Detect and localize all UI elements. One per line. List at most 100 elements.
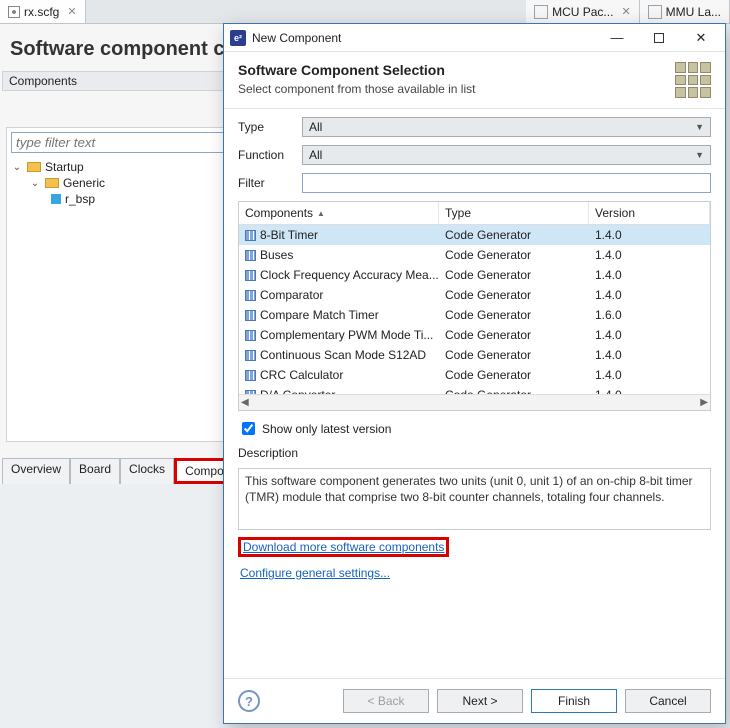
next-button[interactable]: Next > <box>437 689 523 713</box>
component-icon <box>245 230 256 241</box>
cell-name: Clock Frequency Accuracy Mea... <box>260 268 439 282</box>
download-more-link[interactable]: Download more software components <box>241 538 446 556</box>
cell-type: Code Generator <box>439 286 589 304</box>
component-icon <box>245 350 256 361</box>
dialog-heading: Software Component Selection <box>238 62 475 78</box>
function-combo[interactable]: All ▼ <box>302 145 711 165</box>
tab-board[interactable]: Board <box>70 458 120 484</box>
table-row[interactable]: D/A ConverterCode Generator1.4.0 <box>239 385 710 394</box>
chevron-down-icon: ▼ <box>695 122 704 132</box>
table-row[interactable]: 8-Bit TimerCode Generator1.4.0 <box>239 225 710 245</box>
folder-icon <box>45 178 59 188</box>
cell-version: 1.4.0 <box>589 286 710 304</box>
cell-name: 8-Bit Timer <box>260 228 318 242</box>
cell-type: Code Generator <box>439 346 589 364</box>
cell-type: Code Generator <box>439 266 589 284</box>
close-button[interactable]: ✕ <box>681 26 721 50</box>
expand-handle[interactable]: ⌄ <box>11 162 23 173</box>
table-row[interactable]: Clock Frequency Accuracy Mea...Code Gene… <box>239 265 710 285</box>
dialog-body: Type All ▼ Function All ▼ Filter Compone… <box>224 108 725 678</box>
table-row[interactable]: Compare Match TimerCode Generator1.6.0 <box>239 305 710 325</box>
doc-icon <box>648 5 662 19</box>
cell-name: Continuous Scan Mode S12AD <box>260 348 426 362</box>
cell-type: Code Generator <box>439 306 589 324</box>
tree-label: Generic <box>63 176 105 190</box>
show-latest-label: Show only latest version <box>262 422 391 436</box>
col-version[interactable]: Version <box>589 202 710 224</box>
cancel-button[interactable]: Cancel <box>625 689 711 713</box>
maximize-button[interactable] <box>639 26 679 50</box>
component-icon <box>245 330 256 341</box>
tab-label: MCU Pac... <box>552 5 613 19</box>
filter-input[interactable] <box>302 173 711 193</box>
component-icon <box>245 290 256 301</box>
table-row[interactable]: CRC Calculator Code Generator1.4.0 <box>239 365 710 385</box>
dialog-window-title: New Component <box>252 31 341 45</box>
dialog-titlebar[interactable]: e² New Component ✕ <box>224 24 725 52</box>
finish-button[interactable]: Finish <box>531 689 617 713</box>
tab-overview[interactable]: Overview <box>2 458 70 484</box>
minimize-icon <box>611 30 624 45</box>
filter-label: Filter <box>238 176 294 190</box>
maximize-icon <box>654 33 664 43</box>
cell-name: Complementary PWM Mode Ti... <box>260 328 433 342</box>
tab-clocks[interactable]: Clocks <box>120 458 174 484</box>
e2-icon: e² <box>230 30 246 46</box>
description-text[interactable]: This software component generates two un… <box>238 468 711 530</box>
components-table: Components▲ Type Version 8-Bit TimerCode… <box>238 201 711 411</box>
scroll-left-icon[interactable]: ◀ <box>241 397 249 408</box>
cell-type: Code Generator <box>439 246 589 264</box>
type-combo[interactable]: All ▼ <box>302 117 711 137</box>
expand-handle[interactable]: ⌄ <box>29 178 41 189</box>
col-components[interactable]: Components▲ <box>239 202 439 224</box>
tree-label: r_bsp <box>65 192 95 206</box>
new-component-dialog: e² New Component ✕ Software Component Se… <box>223 23 726 724</box>
sort-asc-icon: ▲ <box>317 209 325 218</box>
table-row[interactable]: Continuous Scan Mode S12AD Code Generator… <box>239 345 710 365</box>
h-scrollbar[interactable]: ◀▶ <box>239 394 710 410</box>
cell-name: Comparator <box>260 288 323 302</box>
table-row[interactable]: BusesCode Generator1.4.0 <box>239 245 710 265</box>
component-icon <box>245 370 256 381</box>
component-icon <box>245 270 256 281</box>
cell-type: Code Generator <box>439 326 589 344</box>
help-button[interactable]: ? <box>238 690 260 712</box>
dialog-footer: ? < Back Next > Finish Cancel <box>224 678 725 723</box>
table-body[interactable]: 8-Bit TimerCode Generator1.4.0BusesCode … <box>239 225 710 394</box>
function-label: Function <box>238 148 294 162</box>
dialog-subheading: Select component from those available in… <box>238 82 475 96</box>
cell-name: CRC Calculator <box>260 368 343 382</box>
cell-version: 1.4.0 <box>589 386 710 394</box>
package-icon <box>534 5 548 19</box>
col-type[interactable]: Type <box>439 202 589 224</box>
cell-version: 1.4.0 <box>589 266 710 284</box>
description-label: Description <box>238 446 711 460</box>
cell-version: 1.4.0 <box>589 226 710 244</box>
close-icon: ✕ <box>696 30 707 46</box>
configure-settings-link[interactable]: Configure general settings... <box>238 564 392 582</box>
tab-mmu-la[interactable]: MMU La... <box>640 0 730 23</box>
tab-rx-scfg[interactable]: rx.scfg ✕ <box>0 0 86 23</box>
cell-type: Code Generator <box>439 386 589 394</box>
table-row[interactable]: Complementary PWM Mode Ti... Code Generat… <box>239 325 710 345</box>
component-icon <box>51 194 61 204</box>
type-value: All <box>309 120 322 134</box>
show-latest-checkbox[interactable] <box>242 422 255 435</box>
close-icon[interactable]: ✕ <box>63 5 76 18</box>
component-icon <box>245 250 256 261</box>
minimize-button[interactable] <box>597 26 637 50</box>
tab-label: MMU La... <box>666 5 721 19</box>
component-icon <box>245 310 256 321</box>
type-label: Type <box>238 120 294 134</box>
tab-mcu-pac[interactable]: MCU Pac... ✕ <box>526 0 640 23</box>
cell-version: 1.4.0 <box>589 366 710 384</box>
cell-version: 1.4.0 <box>589 346 710 364</box>
scroll-right-icon[interactable]: ▶ <box>700 397 708 408</box>
close-icon[interactable]: ✕ <box>617 5 630 18</box>
folder-icon <box>27 162 41 172</box>
dialog-header: Software Component Selection Select comp… <box>224 52 725 108</box>
cell-type: Code Generator <box>439 366 589 384</box>
chevron-down-icon: ▼ <box>695 150 704 160</box>
tree-label: Startup <box>45 160 84 174</box>
table-row[interactable]: Comparator Code Generator1.4.0 <box>239 285 710 305</box>
